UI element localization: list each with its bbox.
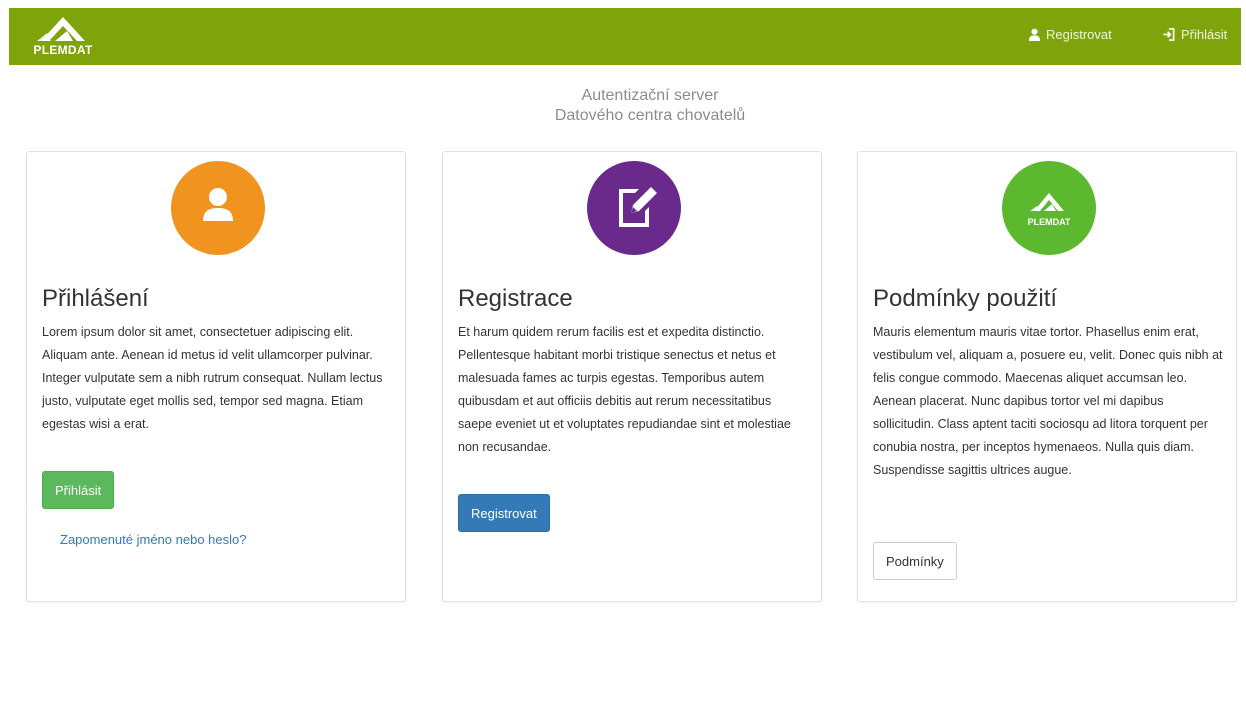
login-description: Lorem ipsum dolor sit amet, consectetuer… bbox=[42, 325, 383, 431]
registration-circle bbox=[587, 161, 681, 255]
user-icon bbox=[1028, 28, 1041, 41]
subtitle-line-2: Datového centra chovatelů bbox=[554, 107, 746, 124]
registration-description: Et harum quidem rerum facilis est et exp… bbox=[458, 325, 791, 454]
nav-login-label: Přihlásit bbox=[1181, 27, 1228, 42]
subtitle-line-1: Autentizační server bbox=[581, 87, 719, 104]
page-subtitle: Autentizační server Datového centra chov… bbox=[0, 86, 1246, 126]
nav-register-link[interactable]: Registrovat bbox=[1028, 27, 1112, 42]
registration-title: Registrace bbox=[458, 285, 573, 312]
top-navbar: PLEMDAT Registrovat Přihlásit bbox=[9, 8, 1241, 65]
terms-title: Podmínky použití bbox=[873, 285, 1058, 312]
terms-circle: PLEMDAT bbox=[1002, 161, 1096, 255]
brand-logo[interactable]: PLEMDAT bbox=[33, 13, 93, 61]
edit-icon bbox=[619, 187, 657, 227]
registration-card: Registrace Et harum quidem rerum facilis… bbox=[442, 151, 822, 602]
nav-register-label: Registrovat bbox=[1046, 27, 1112, 42]
register-button[interactable]: Registrovat bbox=[458, 494, 550, 532]
login-title: Přihlášení bbox=[42, 285, 149, 312]
mountain-logo-icon bbox=[37, 17, 85, 41]
terms-button[interactable]: Podmínky bbox=[873, 542, 957, 580]
log-in-icon bbox=[1163, 28, 1175, 41]
plemdat-logo-icon bbox=[1030, 193, 1064, 211]
brand-name: PLEMDAT bbox=[33, 43, 93, 57]
nav-login-link[interactable]: Přihlásit bbox=[1162, 27, 1227, 42]
login-button[interactable]: Přihlásit bbox=[42, 471, 115, 509]
login-circle bbox=[171, 161, 265, 255]
terms-circle-brand: PLEMDAT bbox=[1027, 217, 1071, 227]
terms-card: PLEMDAT Podmínky použití Mauris elementu… bbox=[857, 151, 1237, 602]
login-card: Přihlášení Lorem ipsum dolor sit amet, c… bbox=[26, 151, 406, 602]
user-icon bbox=[203, 188, 233, 221]
forgot-credentials-link[interactable]: Zapomenuté jméno nebo heslo? bbox=[60, 532, 246, 547]
terms-description: Mauris elementum mauris vitae tortor. Ph… bbox=[873, 325, 1223, 477]
